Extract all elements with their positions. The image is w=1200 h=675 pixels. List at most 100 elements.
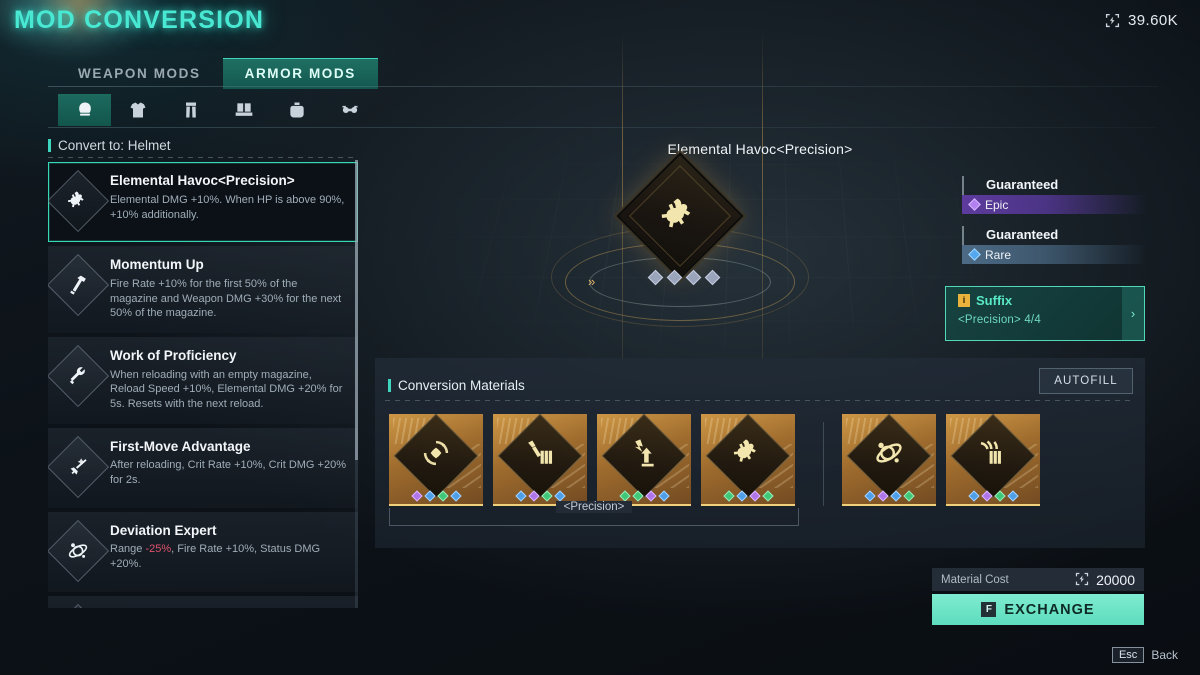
mod-list-item-1[interactable]: Momentum Up Fire Rate +10% for the first… — [48, 246, 358, 333]
suffix-content: i Suffix <Precision> 4/4 — [946, 287, 1122, 340]
ammo-mag-icon — [528, 440, 553, 464]
mod-list-item-2[interactable]: Work of Proficiency When reloading with … — [48, 336, 358, 424]
material-slot-2[interactable] — [597, 414, 691, 506]
gem-green — [902, 490, 915, 502]
gem-blue — [514, 490, 527, 502]
armor-category-row — [58, 94, 376, 126]
materials-group-label: <Precision> — [555, 501, 633, 513]
shuriken-icon — [423, 440, 449, 466]
mod-desc: Elemental DMG +10%. When HP is above 90%… — [110, 193, 345, 221]
gem-purple — [410, 490, 423, 502]
exchange-button[interactable]: F EXCHANGE — [932, 594, 1144, 625]
conversion-materials-panel: Conversion Materials AUTOFILL <Precision… — [375, 358, 1145, 548]
convert-to-text: Convert to: Helmet — [58, 138, 171, 153]
material-slot-1[interactable] — [493, 414, 587, 506]
esc-key-hint: Esc — [1111, 647, 1145, 663]
rarity-block-rare: Guaranteed Rare — [962, 226, 1147, 264]
rarity-tier-epic: Epic — [962, 195, 1147, 214]
material-gems — [842, 490, 936, 502]
orbit-icon — [48, 519, 110, 582]
preview-chevron-icon: » — [588, 274, 595, 289]
autofill-button[interactable]: AUTOFILL — [1039, 368, 1133, 394]
rarity-tier-rare: Rare — [962, 245, 1147, 264]
page-title: MOD CONVERSION — [14, 6, 265, 34]
impact-icon — [634, 439, 654, 467]
tab-armor-mods[interactable]: ARMOR MODS — [222, 58, 378, 89]
conversion-dashed-divider — [385, 400, 1135, 401]
mod-list[interactable]: Elemental Havoc<Precision> Elemental DMG… — [48, 162, 358, 608]
material-slot-4[interactable] — [842, 414, 936, 506]
wrench-icon — [48, 344, 110, 407]
mod-desc: Fire Rate +10% for the first 50% of the … — [110, 277, 342, 320]
mod-name: First-Move Advantage — [110, 438, 251, 454]
materials-group-label-wrap: <Precision> — [389, 501, 799, 513]
suffix-value: <Precision> 4/4 — [958, 314, 1041, 326]
mod-list-item-4[interactable]: Deviation Expert Range -25%, Fire Rate +… — [48, 511, 358, 592]
gem-blue — [657, 490, 670, 502]
mod-icon-wrap — [48, 344, 110, 407]
tab-weapon-mods[interactable]: WEAPON MODS — [56, 59, 223, 89]
gem-blue — [423, 490, 436, 502]
rarity-tier-label: Epic — [985, 197, 1009, 212]
armor-category-legs[interactable] — [164, 94, 217, 126]
preview-mod-diamond[interactable] — [616, 152, 744, 280]
material-gems — [597, 490, 691, 502]
gem-purple — [876, 490, 889, 502]
category-divider — [48, 127, 1158, 128]
preview-title: Elemental Havoc<Precision> — [667, 141, 853, 157]
material-cost-row: Material Cost 20000 — [932, 568, 1144, 591]
material-cost-value: 20000 — [1096, 571, 1135, 588]
preview-gem-row — [647, 269, 721, 286]
rarity-guaranteed-label: Guaranteed — [962, 226, 1147, 245]
armor-category-gloves[interactable] — [270, 94, 323, 126]
accent-bar — [48, 139, 51, 152]
gem-green — [618, 490, 631, 502]
accent-bar — [388, 379, 391, 392]
exchange-key-hint: F — [981, 602, 997, 617]
material-gems — [701, 490, 795, 502]
preview-gem — [704, 269, 721, 286]
mod-list-scrollbar-thumb[interactable] — [355, 160, 358, 460]
conversion-materials-title: Conversion Materials — [398, 378, 525, 393]
material-slot-0[interactable] — [389, 414, 483, 506]
hammer-icon — [48, 253, 110, 317]
preview-gem — [647, 269, 664, 286]
gem-blue — [889, 490, 902, 502]
armor-category-boots[interactable] — [217, 94, 270, 126]
rarity-block-epic: Guaranteed Epic — [962, 176, 1147, 214]
gem-green — [722, 490, 735, 502]
mod-list-item-5[interactable]: Precise Strike Hitting a weakspot grants… — [48, 595, 358, 609]
gem-blue — [449, 490, 462, 502]
material-slot-5[interactable] — [946, 414, 1040, 506]
gem-purple — [644, 490, 657, 502]
armor-category-helmet[interactable] — [58, 94, 111, 126]
back-label: Back — [1151, 648, 1178, 662]
material-cost-label: Material Cost — [941, 573, 1009, 586]
armor-category-accessory[interactable] — [323, 94, 376, 126]
mod-desc: When reloading with an empty magazine, R… — [110, 368, 343, 410]
currency-value: 39.60K — [1128, 12, 1178, 29]
rarity-gem-icon — [968, 198, 981, 211]
mod-name: Precise Strike — [110, 607, 348, 609]
conversion-materials-header: Conversion Materials — [388, 378, 525, 393]
mod-desc: After reloading, Crit Rate +10%, Crit DM… — [110, 459, 346, 486]
heart-icon — [661, 198, 691, 228]
suffix-title-row: i Suffix — [958, 293, 1122, 308]
mod-list-item-3[interactable]: First-Move Advantage After reloading, Cr… — [48, 427, 358, 508]
material-slot-3[interactable] — [701, 414, 795, 506]
rifle-icon — [48, 435, 110, 498]
mod-text-block: Elemental Havoc<Precision> Elemental DMG… — [110, 172, 348, 222]
gem-green — [993, 490, 1006, 502]
mod-name: Work of Proficiency — [110, 347, 237, 363]
chevron-right-icon[interactable]: › — [1122, 287, 1144, 340]
materials-separator — [823, 422, 824, 506]
suffix-panel[interactable]: i Suffix <Precision> 4/4 › — [945, 286, 1145, 341]
gem-green — [436, 490, 449, 502]
mod-name: Momentum Up — [110, 257, 204, 272]
gem-blue — [735, 490, 748, 502]
claw-ammo-icon — [980, 440, 1001, 464]
mod-icon-wrap — [48, 435, 110, 498]
armor-category-chest[interactable] — [111, 94, 164, 126]
back-hint[interactable]: Esc Back — [1111, 647, 1178, 663]
mod-list-item-0[interactable]: Elemental Havoc<Precision> Elemental DMG… — [48, 162, 358, 242]
